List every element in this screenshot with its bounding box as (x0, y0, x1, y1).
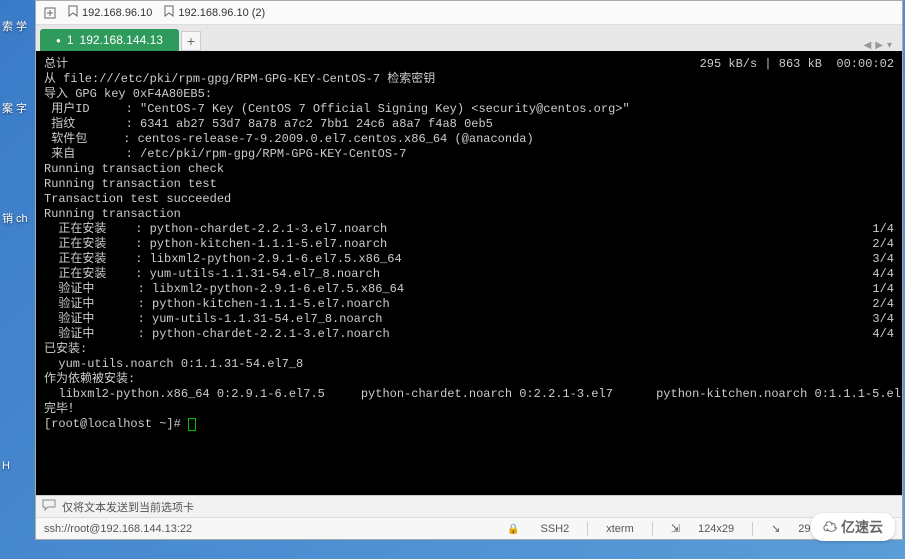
terminal-line: 正在安装 : libxml2-python-2.9.1-6.el7.5.x86_… (44, 252, 894, 267)
main-window: 192.168.96.10 192.168.96.10 (2) ● 1 192.… (35, 0, 903, 540)
terminal-prompt[interactable]: [root@localhost ~]# (44, 417, 894, 432)
bg-hint: 案 字 (2, 100, 27, 116)
terminal-line: 导入 GPG key 0xF4A80EB5: (44, 87, 894, 102)
terminal[interactable]: 总计295 kB/s | 863 kB 00:00:02从 file:///et… (36, 51, 902, 495)
bookmark-prev-icon[interactable] (44, 7, 56, 19)
tab-index: 1 (67, 33, 74, 47)
bookmark-icon (164, 5, 174, 20)
terminal-line: Running transaction test (44, 177, 894, 192)
bookmark-label: 192.168.96.10 (82, 7, 152, 19)
terminal-line: 完毕！ (44, 402, 894, 417)
status-bar: ssh://root@192.168.144.13:22 SSH2 xterm … (36, 517, 902, 539)
terminal-line: Running transaction check (44, 162, 894, 177)
terminal-line: 从 file:///etc/pki/rpm-gpg/RPM-GPG-KEY-Ce… (44, 72, 894, 87)
input-hint-text: 仅将文本发送到当前选项卡 (62, 499, 194, 515)
terminal-line: 已安装: (44, 342, 894, 357)
tab-status-icon: ● (56, 36, 61, 45)
session-tab-active[interactable]: ● 1 192.168.144.13 (40, 29, 179, 51)
tabs-prev-icon[interactable]: ◀ (864, 40, 872, 51)
terminal-line: 正在安装 : python-kitchen-1.1.1-5.el7.noarch… (44, 237, 894, 252)
status-ssh: SSH2 (541, 523, 570, 535)
terminal-line: 作为依赖被安装: (44, 372, 894, 387)
terminal-line: Transaction test succeeded (44, 192, 894, 207)
bookmark-item-0[interactable]: 192.168.96.10 (68, 5, 152, 20)
speech-bubble-icon (42, 499, 56, 514)
watermark: ☁ 亿速云 (811, 513, 895, 541)
input-hint-bar: 仅将文本发送到当前选项卡 (36, 495, 902, 517)
terminal-line: 指纹 : 6341 ab27 53d7 8a78 a7c2 7bb1 24c6 … (44, 117, 894, 132)
lock-icon (507, 523, 522, 535)
status-term: xterm (606, 523, 634, 535)
bg-hint: H (2, 460, 10, 472)
terminal-line: 正在安装 : yum-utils-1.1.31-54.el7_8.noarch4… (44, 267, 894, 282)
bg-hint: 索 学 (2, 18, 27, 34)
terminal-line: 验证中 : libxml2-python-2.9.1-6.el7.5.x86_6… (44, 282, 894, 297)
tabs-next-icon[interactable]: ▶ (875, 40, 883, 51)
new-tab-button[interactable]: + (181, 31, 201, 51)
terminal-line: 验证中 : python-kitchen-1.1.1-5.el7.noarch2… (44, 297, 894, 312)
bookmarks-bar: 192.168.96.10 192.168.96.10 (2) (36, 1, 902, 25)
tab-label: 192.168.144.13 (80, 33, 163, 47)
terminal-line: 验证中 : yum-utils-1.1.31-54.el7_8.noarch3/… (44, 312, 894, 327)
terminal-line: 用户ID : "CentOS-7 Key (CentOS 7 Official … (44, 102, 894, 117)
bg-hint: 销 ch (2, 210, 28, 226)
terminal-line: 软件包 : centos-release-7-9.2009.0.el7.cent… (44, 132, 894, 147)
terminal-line: 验证中 : python-chardet-2.2.1-3.el7.noarch4… (44, 327, 894, 342)
resize-icon: ⇲ (671, 522, 680, 535)
terminal-line: libxml2-python.x86_64 0:2.9.1-6.el7.5 py… (44, 387, 894, 402)
status-address: ssh://root@192.168.144.13:22 (44, 523, 192, 535)
bookmark-icon (68, 5, 78, 20)
terminal-line: 来自 : /etc/pki/rpm-gpg/RPM-GPG-KEY-CentOS… (44, 147, 894, 162)
cloud-icon: ☁ (823, 519, 837, 535)
bookmark-item-1[interactable]: 192.168.96.10 (2) (164, 5, 265, 20)
terminal-line: 总计295 kB/s | 863 kB 00:00:02 (44, 57, 894, 72)
status-size: 124x29 (698, 523, 734, 535)
terminal-line: Running transaction (44, 207, 894, 222)
watermark-text: 亿速云 (841, 519, 883, 535)
tabs-menu-icon[interactable]: ▾ (887, 40, 892, 51)
terminal-line: 正在安装 : python-chardet-2.2.1-3.el7.noarch… (44, 222, 894, 237)
cursor (188, 418, 196, 431)
session-tabs: ● 1 192.168.144.13 + ◀ ▶ ▾ (36, 25, 902, 51)
terminal-line: yum-utils.noarch 0:1.1.31-54.el7_8 (44, 357, 894, 372)
cursor-icon: ↘ (771, 522, 780, 535)
bookmark-label: 192.168.96.10 (2) (178, 7, 265, 19)
